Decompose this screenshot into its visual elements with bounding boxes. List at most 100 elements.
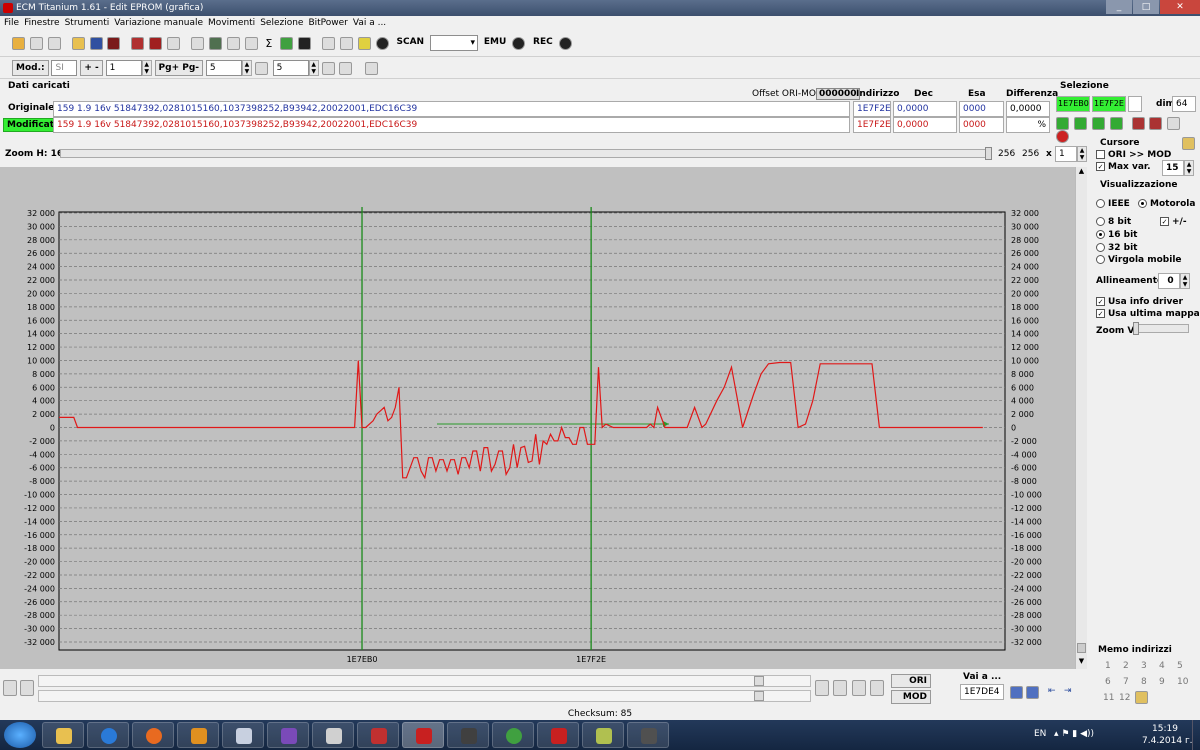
memo-5[interactable]: 5 [1177, 661, 1183, 671]
usa-mappa-checkbox[interactable]: ✓ [1096, 309, 1105, 318]
task-app3[interactable] [447, 722, 489, 748]
ori-mod-checkbox[interactable] [1096, 150, 1105, 159]
scroll-down-icon[interactable]: ▼ [1076, 657, 1087, 669]
page-field[interactable]: 5 [272, 60, 309, 76]
emu-button[interactable]: EMU [481, 35, 509, 51]
address-scrollbar-1[interactable] [38, 675, 811, 687]
memo-1[interactable]: 1 [1105, 661, 1111, 671]
goto-icon-2[interactable] [1026, 686, 1039, 699]
selection-start[interactable]: 1E7EB0 [1056, 96, 1090, 112]
clock-time[interactable]: 15:19 [1152, 724, 1178, 734]
16bit-radio[interactable] [1096, 230, 1105, 239]
memo-2[interactable]: 2 [1123, 661, 1129, 671]
home-icon[interactable] [12, 36, 25, 50]
check-icon[interactable] [131, 36, 145, 50]
allineamento-spinner[interactable]: ▲ ▼ [1180, 273, 1190, 289]
compare-icon[interactable] [149, 36, 163, 50]
dim-field[interactable]: 64 [1172, 96, 1196, 112]
sel-icon-2[interactable] [1073, 117, 1087, 130]
menu-vai-a[interactable]: Vai a ... [353, 16, 391, 30]
8bit-radio[interactable] [1096, 217, 1105, 226]
flag-icon[interactable] [280, 36, 294, 50]
sum-icon[interactable]: Σ [262, 36, 276, 50]
scan-button[interactable]: SCAN [394, 35, 428, 51]
menu-bitpower[interactable]: BitPower [308, 16, 352, 30]
selection-extra[interactable] [1128, 96, 1142, 112]
zoom-v-thumb[interactable] [1133, 322, 1139, 335]
language-indicator[interactable]: EN [1034, 729, 1046, 739]
save-as-icon[interactable] [107, 36, 121, 50]
max-var-field[interactable]: 15 [1162, 160, 1184, 176]
text-icon[interactable] [322, 36, 335, 50]
usa-info-checkbox[interactable]: ✓ [1096, 297, 1105, 306]
goto-icon-3[interactable]: ⇤ [1048, 686, 1061, 699]
table-icon[interactable] [339, 61, 353, 75]
rec-dot-icon[interactable] [558, 36, 572, 50]
record-dot-icon[interactable] [375, 36, 389, 50]
mod-field[interactable]: SI [51, 60, 78, 76]
max-var-spinner[interactable]: ▲ ▼ [1184, 160, 1194, 176]
task-arduino[interactable] [357, 722, 399, 748]
sel-icon-1[interactable] [1056, 117, 1069, 130]
menu-file[interactable]: File [4, 16, 24, 30]
next-page-icon[interactable] [870, 680, 884, 696]
task-firefox[interactable] [132, 722, 174, 748]
scrollbar-2-thumb[interactable] [754, 691, 764, 701]
zoom-h-thumb[interactable] [985, 147, 992, 160]
graph-area[interactable]: 32 000 30 000 28 000 26 000 24 000 22 000 20 0… [0, 167, 1087, 669]
memo-3[interactable]: 3 [1141, 661, 1147, 671]
show-desktop-button[interactable] [1192, 720, 1200, 750]
menu-movimenti[interactable]: Movimenti [208, 16, 260, 30]
rec-button[interactable]: REC [530, 35, 556, 51]
plus-minus-button[interactable]: + - [80, 60, 103, 76]
page-icon-2[interactable] [254, 61, 268, 75]
max-var-checkbox[interactable]: ✓ [1096, 162, 1105, 171]
goto-icon-1[interactable] [1010, 686, 1023, 699]
sel-icon-3[interactable] [1091, 117, 1105, 130]
task-ecm-titanium-2[interactable] [537, 722, 579, 748]
32bit-radio[interactable] [1096, 243, 1105, 252]
zoom-h-slider[interactable] [60, 149, 988, 158]
tool-icon[interactable] [226, 36, 240, 50]
lock-icon[interactable] [339, 36, 353, 50]
page-step-spinner[interactable]: ▲ ▼ [241, 60, 252, 76]
scroll-up-icon[interactable]: ▲ [1076, 167, 1087, 179]
task-explorer[interactable] [42, 722, 84, 748]
start-button[interactable] [4, 722, 36, 748]
text-box-icon[interactable] [365, 61, 379, 75]
runner-icon[interactable] [357, 36, 371, 50]
page-step-field[interactable]: 5 [205, 60, 242, 76]
grid-icon[interactable] [321, 61, 335, 75]
selection-end[interactable]: 1E7F2E [1092, 96, 1126, 112]
mod-button[interactable]: MOD [891, 690, 931, 704]
memo-4[interactable]: 4 [1159, 661, 1165, 671]
next-icon[interactable] [815, 680, 829, 696]
binoculars-icon[interactable] [298, 36, 312, 50]
task-chrome[interactable] [492, 722, 534, 748]
scan-select[interactable]: ▾ [429, 35, 478, 51]
sel-icon-5[interactable] [1131, 117, 1145, 130]
scrollbar-1-thumb[interactable] [754, 676, 764, 686]
page-icon[interactable] [47, 36, 61, 50]
copy-icon[interactable] [29, 36, 43, 50]
percent-field[interactable]: % [1006, 117, 1050, 133]
menu-finestre[interactable]: Finestre [24, 16, 65, 30]
sel-icon-7[interactable] [1167, 117, 1181, 130]
task-ie[interactable] [87, 722, 129, 748]
scroll-thumb[interactable] [1077, 643, 1086, 653]
task-app1[interactable] [222, 722, 264, 748]
ieee-radio[interactable] [1096, 199, 1105, 208]
prev-page-icon[interactable] [852, 680, 866, 696]
prev-icon[interactable] [20, 680, 34, 696]
floating-radio[interactable] [1096, 255, 1105, 264]
step-field[interactable]: 1 [105, 60, 142, 76]
menu-variazione-manuale[interactable]: Variazione manuale [114, 16, 208, 30]
close-button[interactable]: ✕ [1160, 0, 1200, 14]
task-visual-studio[interactable] [267, 722, 309, 748]
step-spinner[interactable]: ▲ ▼ [141, 60, 152, 76]
motorola-radio[interactable] [1138, 199, 1147, 208]
menu-selezione[interactable]: Selezione [260, 16, 308, 30]
clock-date[interactable]: 7.4.2014 г. [1142, 736, 1193, 746]
goto-icon-4[interactable]: ⇥ [1064, 686, 1077, 699]
page-spinner[interactable]: ▲ ▼ [308, 60, 319, 76]
